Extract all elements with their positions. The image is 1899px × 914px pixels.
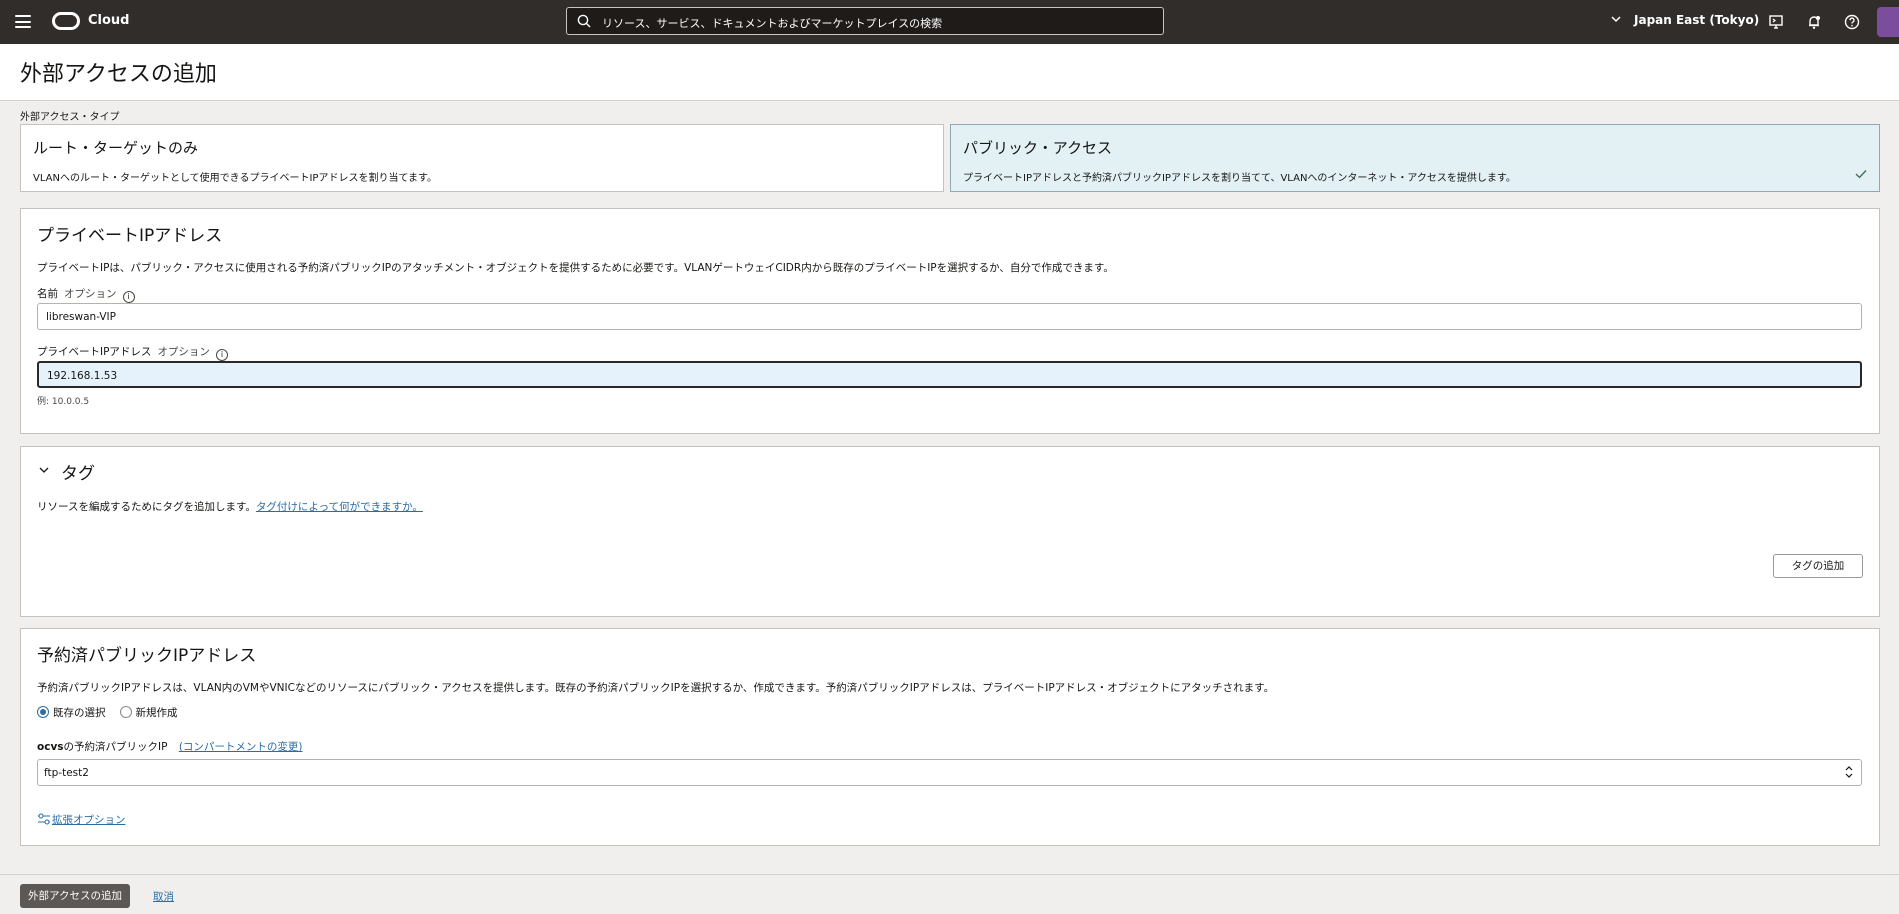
- radio-create-new[interactable]: [119, 706, 132, 718]
- notifications-bell-icon[interactable]: [1805, 13, 1823, 31]
- search-input[interactable]: リソース、サービス、ドキュメントおよびマーケットプレイスの検索: [566, 7, 1164, 35]
- name-label: 名前 オプション i: [37, 286, 135, 303]
- change-compartment-link[interactable]: (コンパートメントの変更): [179, 741, 303, 753]
- add-external-access-button[interactable]: 外部アクセスの追加: [20, 884, 130, 908]
- user-avatar[interactable]: [1877, 7, 1899, 37]
- access-type-description: VLANへのルート・ターゲットとして使用できるプライベートIPアドレスを割り当て…: [33, 173, 437, 184]
- private-ip-hint: 例: 10.0.0.5: [37, 397, 90, 407]
- reserved-ip-description: 予約済パブリックIPアドレスは、VLAN内のVMやVNICなどのリソースにパブリ…: [37, 682, 1275, 694]
- tags-panel: タグ リソースを編成するためにタグを追加します。タグ付けによって何ができますか。…: [20, 446, 1880, 617]
- tags-description-text: リソースを編成するためにタグを追加します。: [37, 501, 256, 513]
- private-ip-description: プライベートIPは、パブリック・アクセスに使用される予約済パブリックIPのアタッ…: [37, 262, 1114, 274]
- access-type-public-access-card[interactable]: パブリック・アクセス プライベートIPアドレスと予約済パブリックIPアドレスを割…: [950, 124, 1880, 192]
- search-placeholder: リソース、サービス、ドキュメントおよびマーケットプレイスの検索: [602, 17, 943, 30]
- checkmark-icon: [1855, 170, 1867, 179]
- footer-divider: [0, 874, 1899, 875]
- help-icon[interactable]: [1843, 13, 1861, 31]
- tags-description: リソースを編成するためにタグを追加します。タグ付けによって何ができますか。: [37, 499, 423, 514]
- radio-select-existing[interactable]: [37, 706, 49, 718]
- advanced-options-text[interactable]: 拡張オプション: [52, 814, 126, 826]
- private-ip-title: プライベートIPアドレス: [37, 226, 223, 246]
- access-type-label: 外部アクセス・タイプ: [20, 112, 120, 123]
- reserved-ip-select-label: ocvsの予約済パブリックIP (コンパートメントの変更): [37, 739, 303, 754]
- add-tag-button[interactable]: タグの追加: [1773, 554, 1863, 578]
- brand-name[interactable]: Cloud: [88, 13, 130, 28]
- compartment-name: ocvs: [37, 741, 64, 753]
- cloud-shell-icon[interactable]: [1767, 13, 1785, 31]
- reserved-ip-select[interactable]: ftp-test2: [37, 759, 1862, 786]
- page-title: 外部アクセスの追加: [20, 62, 217, 87]
- reserved-ip-select-label-text: の予約済パブリックIP: [63, 741, 168, 753]
- private-ip-panel: プライベートIPアドレス プライベートIPは、パブリック・アクセスに使用される予…: [20, 208, 1880, 434]
- private-ip-label-text: プライベートIPアドレス: [37, 346, 152, 358]
- reserved-public-ip-panel: 予約済パブリックIPアドレス 予約済パブリックIPアドレスは、VLAN内のVMや…: [20, 628, 1880, 846]
- oracle-logo-icon[interactable]: [52, 12, 80, 30]
- reserved-ip-select-value: ftp-test2: [44, 767, 89, 779]
- tags-title[interactable]: タグ: [61, 459, 95, 484]
- title-band: 外部アクセスの追加: [0, 44, 1899, 101]
- private-ip-label: プライベートIPアドレス オプション i: [37, 344, 228, 361]
- search-icon: [577, 14, 591, 28]
- tags-help-link[interactable]: タグ付けによって何ができますか。: [256, 501, 423, 513]
- info-icon[interactable]: i: [215, 349, 228, 361]
- reserved-ip-title: 予約済パブリックIPアドレス: [37, 646, 257, 666]
- name-field[interactable]: libreswan-VIP: [37, 303, 1862, 330]
- cancel-link[interactable]: 取消: [153, 889, 174, 904]
- access-type-title: ルート・ターゲットのみ: [33, 139, 199, 157]
- sliders-icon: [38, 813, 50, 825]
- access-type-route-target-card[interactable]: ルート・ターゲットのみ VLANへのルート・ターゲットとして使用できるプライベー…: [20, 124, 944, 192]
- optional-text: オプション: [64, 288, 117, 300]
- info-icon[interactable]: i: [122, 291, 135, 303]
- private-ip-field[interactable]: 192.168.1.53: [37, 361, 1862, 388]
- top-navigation-bar: Cloud リソース、サービス、ドキュメントおよびマーケットプレイスの検索 Ja…: [0, 0, 1899, 44]
- region-selector[interactable]: Japan East (Tokyo): [1634, 13, 1759, 27]
- access-type-description: プライベートIPアドレスと予約済パブリックIPアドレスを割り当てて、VLANへの…: [963, 173, 1516, 184]
- radio-select-existing-label[interactable]: 既存の選択: [53, 707, 106, 719]
- optional-text: オプション: [157, 346, 210, 358]
- reserved-ip-radio-group: 既存の選択 新規作成: [37, 705, 178, 720]
- advanced-options-link[interactable]: 拡張オプション: [37, 812, 126, 827]
- chevron-down-icon[interactable]: [39, 465, 49, 475]
- chevron-down-icon[interactable]: [1610, 13, 1622, 25]
- hamburger-menu-icon[interactable]: [15, 15, 31, 28]
- select-arrows-icon: [1845, 766, 1853, 778]
- name-label-text: 名前: [37, 288, 58, 300]
- radio-create-new-label[interactable]: 新規作成: [136, 707, 178, 719]
- access-type-title: パブリック・アクセス: [963, 139, 1112, 157]
